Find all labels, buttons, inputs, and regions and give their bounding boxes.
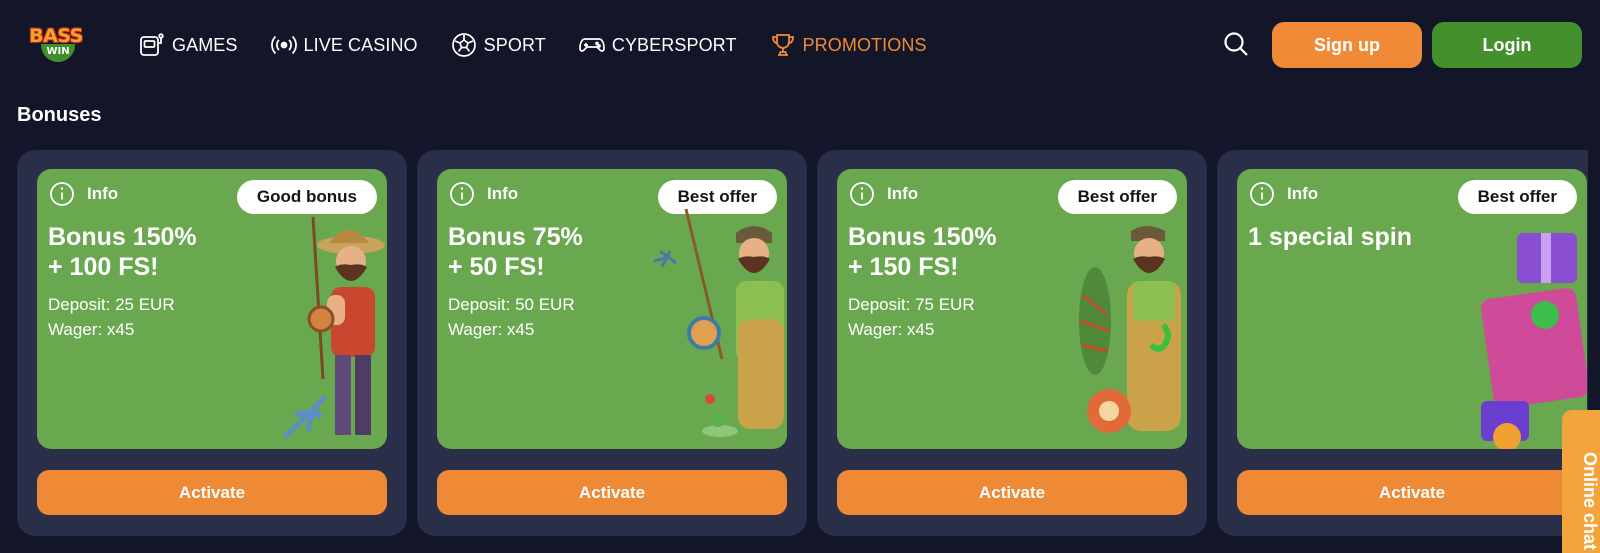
bonus-title-line1: Bonus 75% — [448, 223, 583, 251]
bonus-badge: Best offer — [1457, 180, 1577, 214]
nav-label-games: GAMES — [172, 34, 238, 55]
nav-item-live-casino[interactable]: LIVE CASINO — [270, 31, 418, 59]
bonus-promo-panel: Info Best offer Bonus 75% + 50 FS! Depos… — [437, 169, 787, 449]
nav-item-sport[interactable]: SPORT — [450, 31, 546, 59]
bonus-promo-panel: Info Best offer Bonus 150% + 150 FS! Dep… — [837, 169, 1187, 449]
bonus-card: Info Best offer Bonus 150% + 150 FS! Dep… — [817, 150, 1207, 536]
activate-button[interactable]: Activate — [1237, 470, 1587, 515]
deposit-text: Deposit: 25 EUR — [48, 295, 175, 314]
info-label: Info — [1287, 184, 1319, 203]
activate-button[interactable]: Activate — [837, 470, 1187, 515]
bonus-title-line1: 1 special spin — [1248, 223, 1412, 251]
signup-button[interactable]: Sign up — [1272, 22, 1422, 68]
logo-text-top: BASS — [29, 25, 83, 47]
bonus-title: Bonus 150% + 100 FS! — [48, 222, 268, 282]
info-icon — [850, 182, 874, 206]
bonus-title-line2: + 50 FS! — [448, 253, 545, 281]
info-link[interactable]: Info — [449, 181, 518, 207]
section-title: Bonuses — [17, 104, 102, 126]
trophy-icon — [771, 34, 794, 56]
fisherman-with-rod-image — [653, 209, 784, 437]
nav-label-live-casino: LIVE CASINO — [303, 34, 418, 55]
info-icon — [50, 182, 74, 206]
nav-label-cybersport: CYBERSPORT — [611, 34, 737, 55]
bonus-title-line1: Bonus 150% — [48, 223, 197, 251]
search-icon[interactable] — [1222, 30, 1250, 58]
soccer-ball-icon — [451, 33, 476, 57]
broadcast-icon — [270, 35, 297, 55]
info-link[interactable]: Info — [1249, 181, 1318, 207]
bonus-title: 1 special spin — [1248, 222, 1468, 252]
online-chat-tab[interactable]: Online chat — [1562, 410, 1600, 553]
bonus-title: Bonus 75% + 50 FS! — [448, 222, 668, 282]
bonus-title-line2: + 150 FS! — [848, 253, 959, 281]
bonus-title-line1: Bonus 150% — [848, 223, 997, 251]
bonus-promo-panel: Info Best offer 1 special spin — [1237, 169, 1587, 449]
wager-text: Wager: x45 — [48, 320, 135, 339]
wager-text: Wager: x45 — [448, 320, 535, 339]
bonus-carousel[interactable]: Info Good bonus Bonus 150% + 100 FS! Dep… — [17, 150, 1588, 536]
activate-button[interactable]: Activate — [437, 470, 787, 515]
info-link[interactable]: Info — [49, 181, 118, 207]
info-link[interactable]: Info — [849, 181, 918, 207]
nav-item-promotions[interactable]: PROMOTIONS — [769, 31, 927, 59]
deposit-text: Deposit: 75 EUR — [848, 295, 975, 314]
info-icon — [450, 182, 474, 206]
main-nav: GAMES LIVE CASINO SPORT CYBERSPORT PROMO… — [138, 28, 959, 62]
info-label: Info — [87, 184, 119, 203]
info-label: Info — [487, 184, 519, 203]
bonus-promo-panel: Info Good bonus Bonus 150% + 100 FS! Dep… — [37, 169, 387, 449]
logo-text-bottom: WIN — [41, 44, 75, 62]
nav-label-promotions: PROMOTIONS — [802, 34, 927, 55]
info-icon — [1250, 182, 1274, 206]
site-header: BASS WIN GAMES LIVE CASINO SPORT CYBERSP… — [0, 0, 1600, 90]
bonus-card: Info Good bonus Bonus 150% + 100 FS! Dep… — [17, 150, 407, 536]
bonus-badge: Best offer — [1057, 180, 1177, 214]
fisherman-character-image — [283, 216, 385, 439]
activate-button[interactable]: Activate — [37, 470, 387, 515]
online-chat-label: Online chat — [1580, 452, 1600, 551]
bonus-card: Info Best offer 1 special spin Activate — [1217, 150, 1588, 536]
nav-item-games[interactable]: GAMES — [138, 31, 238, 59]
slot-machine-icon — [140, 33, 164, 56]
bonus-title: Bonus 150% + 150 FS! — [848, 222, 1068, 282]
login-button[interactable]: Login — [1432, 22, 1582, 68]
deposit-text: Deposit: 50 EUR — [448, 295, 575, 314]
nav-item-cybersport[interactable]: CYBERSPORT — [578, 31, 737, 59]
bonus-card: Info Best offer Bonus 75% + 50 FS! Depos… — [417, 150, 807, 536]
bonus-title-line2: + 100 FS! — [48, 253, 159, 281]
wager-text: Wager: x45 — [848, 320, 935, 339]
nav-label-sport: SPORT — [483, 34, 546, 55]
info-label: Info — [887, 184, 919, 203]
fisherman-with-fish-image — [1079, 226, 1181, 433]
bass-win-logo[interactable]: BASS WIN — [22, 24, 90, 64]
gamepad-icon — [578, 38, 605, 52]
